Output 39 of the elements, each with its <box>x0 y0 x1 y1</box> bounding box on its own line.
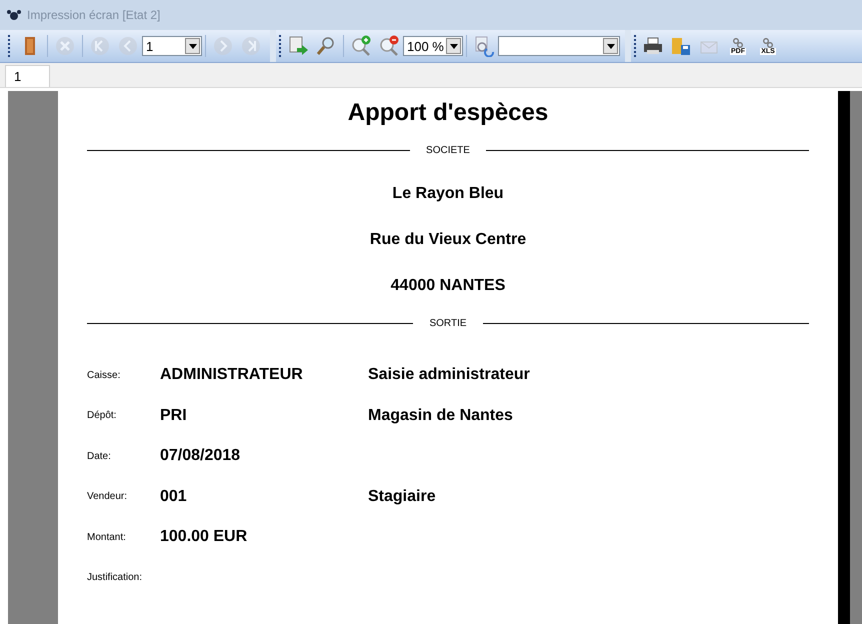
magnifier-refresh-icon <box>473 35 495 57</box>
field-label: Dépôt: <box>87 409 118 424</box>
document-arrow-icon <box>287 35 309 57</box>
app-icon <box>6 9 22 21</box>
field-value: PRI <box>160 406 188 426</box>
field-value: ADMINISTRATEUR <box>160 365 304 386</box>
dropdown-value: 100 % <box>407 40 444 52</box>
field-label: Montant: <box>87 530 127 545</box>
page-tab[interactable]: 1 <box>5 65 50 87</box>
company-line: 44000 NANTES <box>390 276 506 296</box>
zoom-out-icon <box>378 35 400 57</box>
printer-icon <box>642 35 664 57</box>
section-heading: SORTIE <box>428 317 468 331</box>
window-title: Impression écran [Etat 2] <box>27 7 160 24</box>
company-line: Le Rayon Bleu <box>391 184 505 204</box>
gears-icon <box>763 38 773 48</box>
zoom-in-icon <box>350 35 372 57</box>
dropdown-field[interactable]: 1 <box>142 36 202 56</box>
gears-icon <box>733 38 743 48</box>
field-detail: Saisie administrateur <box>368 365 530 386</box>
close-icon <box>54 35 76 57</box>
dropdown-field[interactable]: 100 % <box>403 36 463 56</box>
field-value: 100.00 EUR <box>160 527 248 548</box>
dropdown-field[interactable] <box>498 36 620 56</box>
field-value: 001 <box>160 486 188 507</box>
dropdown-value: 1 <box>146 40 154 52</box>
field-label: Vendeur: <box>87 490 128 504</box>
folder-disk-icon <box>670 35 692 57</box>
field-label: Date: <box>87 450 112 464</box>
field-value: 07/08/2018 <box>160 446 242 466</box>
field-detail: Stagiaire <box>368 486 436 507</box>
field-label: Justification: <box>87 571 144 586</box>
field-detail: Magasin de Nantes <box>368 406 513 426</box>
company-line: Rue du Vieux Centre <box>368 230 528 250</box>
toolbar-gap <box>625 30 631 62</box>
report-title: Apport d'espèces <box>346 98 550 128</box>
section-heading: SOCIETE <box>425 144 471 158</box>
toolbar-gap <box>270 30 276 62</box>
field-label: Caisse: <box>87 368 122 383</box>
